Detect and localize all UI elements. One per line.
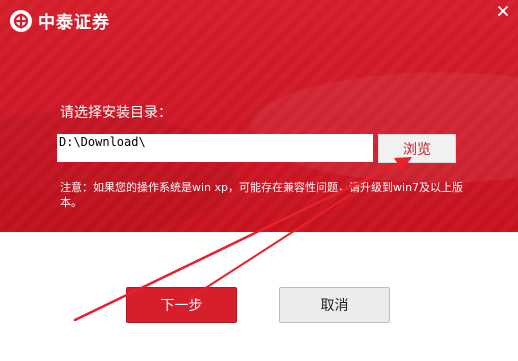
close-icon [497,2,509,21]
title-bar: 中泰证券 [0,0,518,40]
brand-logo: 中泰证券 [10,8,110,33]
next-button[interactable]: 下一步 [126,287,237,323]
install-directory-label: 请选择安装目录： [60,105,172,121]
brand-logo-icon [10,9,32,32]
brand-name: 中泰证券 [38,13,110,33]
installer-window: 中泰证券 请选择安装目录： 浏览 注意：如果您的操作系统是win xp，可能存在… [0,0,518,361]
install-path-input[interactable] [57,134,373,162]
close-button[interactable] [492,0,514,22]
browse-button[interactable]: 浏览 [378,134,456,163]
compatibility-note: 注意：如果您的操作系统是win xp，可能存在兼容性问题，请升级到win7及以上… [60,181,464,209]
cancel-button[interactable]: 取消 [279,287,390,323]
